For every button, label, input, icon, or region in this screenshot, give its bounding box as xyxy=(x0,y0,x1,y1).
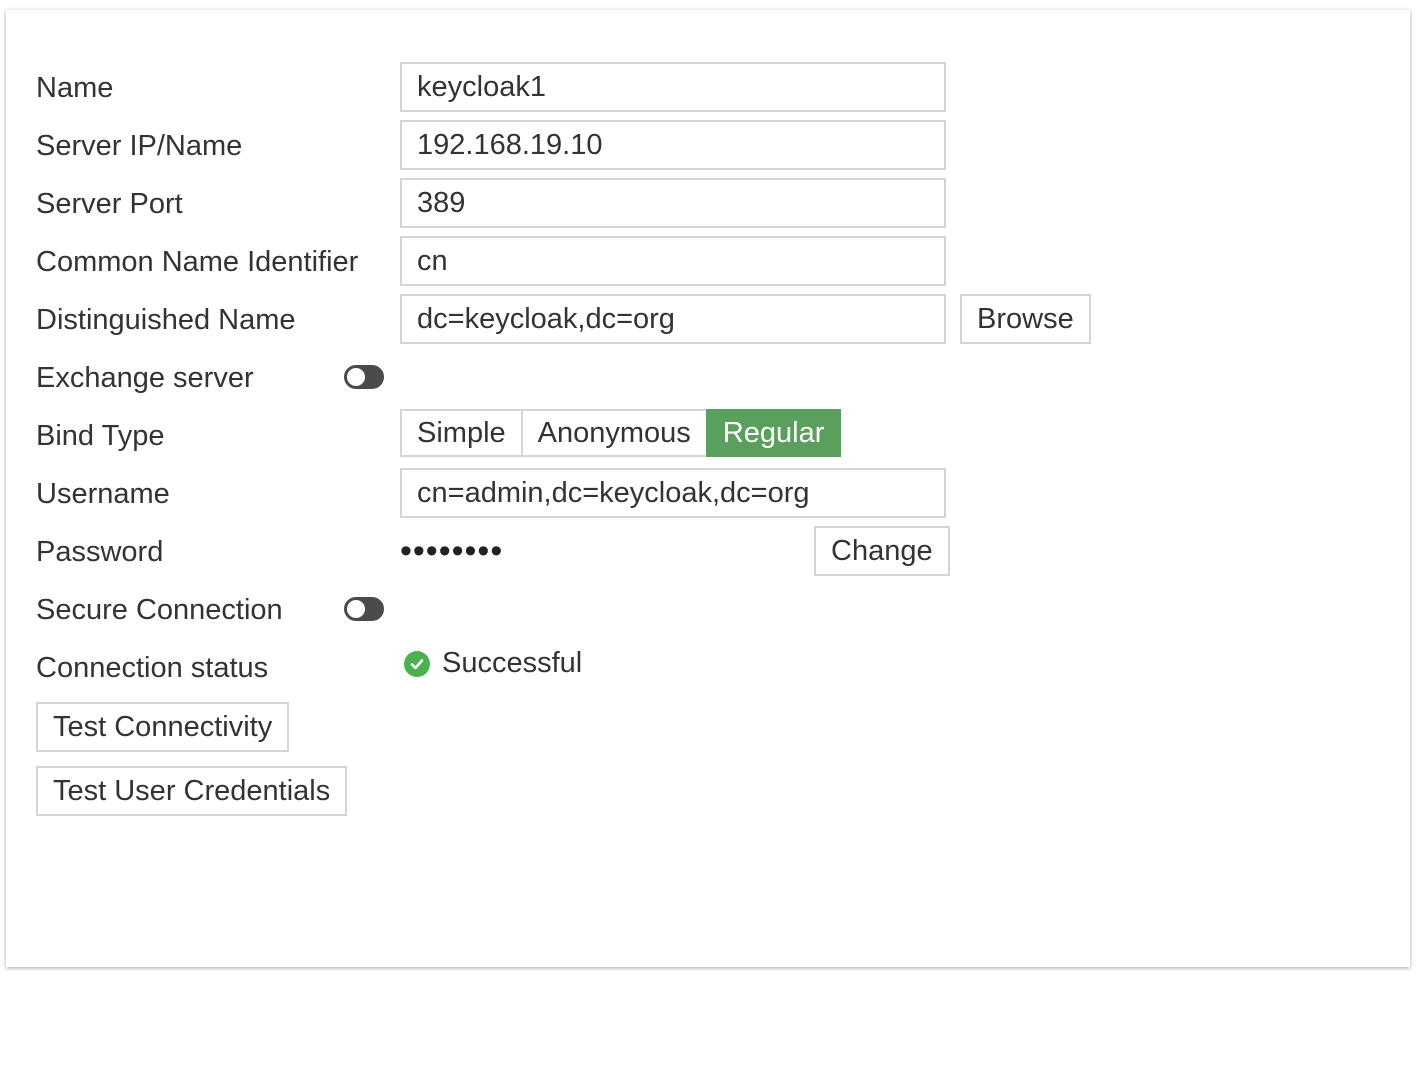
cn-identifier-row: Common Name Identifier xyxy=(36,236,400,288)
username-row: Username xyxy=(36,468,400,520)
check-circle-icon xyxy=(404,650,430,677)
server-ip-label: Server IP/Name xyxy=(36,129,243,162)
username-label: Username xyxy=(36,477,170,510)
bind-type-selector: Simple Anonymous Regular xyxy=(400,409,842,457)
server-port-input[interactable] xyxy=(400,178,946,228)
toggle-knob xyxy=(347,368,365,386)
bind-type-simple[interactable]: Simple xyxy=(400,409,523,457)
connection-status-value: Successful xyxy=(442,647,583,679)
distinguished-name-row: Distinguished Name xyxy=(36,294,400,346)
password-masked-value: •••••••• xyxy=(400,532,504,570)
toggle-knob xyxy=(347,600,365,618)
password-row: Password xyxy=(36,526,400,578)
ldap-server-form: Name Server IP/Name Server Port Common N… xyxy=(6,10,1410,967)
server-ip-row: Server IP/Name xyxy=(36,120,400,172)
bind-type-row: Bind Type xyxy=(36,410,400,462)
checkmark-glyph xyxy=(410,658,424,669)
bind-type-label: Bind Type xyxy=(36,419,165,452)
exchange-server-toggle[interactable] xyxy=(344,365,384,389)
test-connectivity-button[interactable]: Test Connectivity xyxy=(36,702,290,752)
connection-status: Successful xyxy=(404,647,582,680)
test-user-credentials-button[interactable]: Test User Credentials xyxy=(36,766,348,816)
password-label: Password xyxy=(36,535,164,568)
connection-status-row: Connection status xyxy=(36,642,400,694)
change-password-button[interactable]: Change xyxy=(814,526,950,576)
cn-identifier-input[interactable] xyxy=(400,236,946,286)
distinguished-name-input[interactable] xyxy=(400,294,946,344)
name-row: Name xyxy=(36,62,400,114)
name-label: Name xyxy=(36,71,114,104)
browse-button[interactable]: Browse xyxy=(960,294,1091,344)
connection-status-label: Connection status xyxy=(36,651,269,684)
server-port-label: Server Port xyxy=(36,187,183,220)
cn-identifier-label: Common Name Identifier xyxy=(36,245,359,278)
bind-type-anonymous[interactable]: Anonymous xyxy=(520,409,708,457)
name-input[interactable] xyxy=(400,62,946,112)
server-port-row: Server Port xyxy=(36,178,400,230)
bind-type-regular[interactable]: Regular xyxy=(705,409,842,457)
distinguished-name-label: Distinguished Name xyxy=(36,303,296,336)
secure-connection-toggle[interactable] xyxy=(344,597,384,621)
username-input[interactable] xyxy=(400,468,946,518)
server-ip-input[interactable] xyxy=(400,120,946,170)
